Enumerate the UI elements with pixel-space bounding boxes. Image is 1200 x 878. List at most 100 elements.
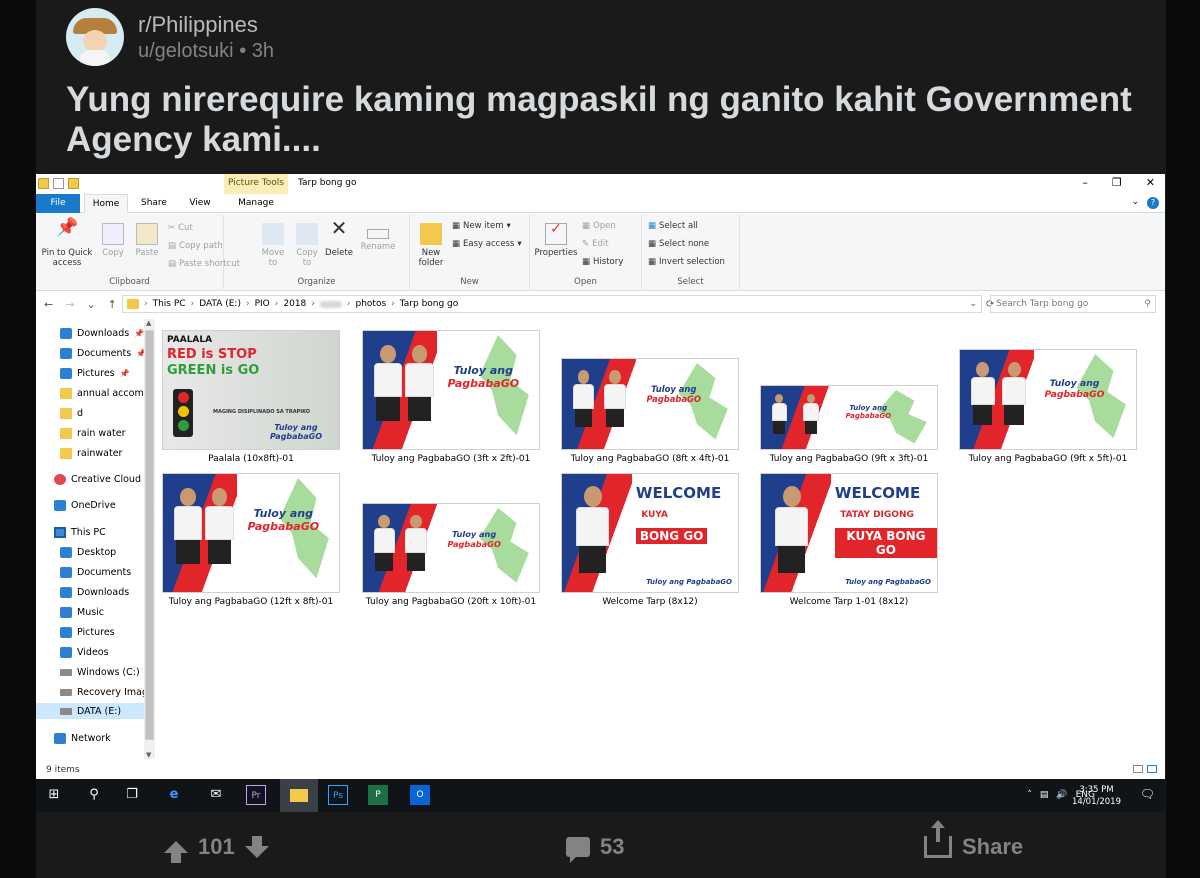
tray-chevron-icon[interactable]: ˄: [1027, 790, 1032, 800]
large-icons-view-icon[interactable]: [1147, 765, 1157, 773]
file-tile[interactable]: WELCOME KUYA BONG GO Tuloy ang PagbabaGO Wel…: [555, 460, 745, 607]
nav-scrollbar[interactable]: ▲ ▼: [144, 319, 155, 759]
breadcrumb-tarp-bong-go[interactable]: Tarp bong go: [400, 299, 459, 309]
post-author[interactable]: u/gelotsuki: [138, 40, 234, 62]
nav-item-recovery-imag[interactable]: Recovery Imag: [36, 684, 144, 700]
copy-button[interactable]: Copy: [98, 223, 128, 258]
select-none-button[interactable]: ▦ Select none: [648, 239, 709, 249]
file-tile[interactable]: Tuloy ang PagbabaGO Tuloy ang PagbabaGO (9…: [754, 317, 944, 464]
select-all-button[interactable]: ▦ Select all: [648, 221, 698, 231]
action-center-icon[interactable]: 🗨: [1140, 787, 1155, 801]
file-tile[interactable]: Tuloy ang PagbabaGO Tuloy ang PagbabaGO (3…: [356, 317, 546, 464]
new-item-button[interactable]: ▦ New item ▾: [452, 221, 511, 231]
nav-item-desktop[interactable]: Desktop: [36, 544, 144, 560]
windows-start-icon[interactable]: ⊞: [44, 785, 64, 805]
move-to-button[interactable]: Move to: [258, 223, 288, 268]
edit-button[interactable]: ✎ Edit: [582, 239, 609, 249]
nav-item-onedrive[interactable]: OneDrive: [36, 497, 144, 513]
nav-item-data-e[interactable]: DATA (E:): [36, 703, 144, 719]
nav-item-videos[interactable]: Videos: [36, 644, 144, 660]
nav-item-d[interactable]: d: [36, 405, 144, 421]
properties-button[interactable]: ✓ Properties: [534, 222, 578, 258]
nav-item-annual-accomp[interactable]: annual accomp: [36, 385, 144, 401]
downvote-icon[interactable]: [244, 836, 269, 858]
comments-button[interactable]: 53: [566, 834, 624, 863]
nav-item-music[interactable]: Music: [36, 604, 144, 620]
forward-arrow-icon[interactable]: →: [65, 298, 74, 311]
breadcrumb-data[interactable]: DATA (E:): [199, 299, 241, 309]
project-icon[interactable]: P: [368, 785, 388, 805]
details-view-icon[interactable]: [1133, 765, 1143, 773]
drive-icon: [60, 688, 72, 696]
recent-chevron-icon[interactable]: ⌄: [86, 298, 95, 311]
network-icon[interactable]: ▤: [1040, 790, 1049, 800]
nav-item-rainwater[interactable]: rainwater: [36, 445, 144, 461]
tab-view[interactable]: View: [180, 194, 220, 213]
help-icon[interactable]: ?: [1147, 197, 1159, 209]
back-arrow-icon[interactable]: ←: [44, 298, 53, 311]
delete-button[interactable]: ✕ Delete: [324, 218, 354, 258]
minimize-icon[interactable]: –: [1082, 176, 1088, 189]
subreddit-name[interactable]: r/Philippines: [138, 12, 274, 38]
tab-file[interactable]: File: [36, 194, 80, 213]
copy-to-button[interactable]: Copy to: [292, 223, 322, 268]
share-button[interactable]: Share: [924, 820, 1023, 860]
subreddit-avatar[interactable]: [66, 8, 124, 66]
premiere-icon[interactable]: Pr: [246, 785, 266, 805]
address-dropdown-icon[interactable]: ⌄: [969, 299, 977, 309]
nav-item-downloads[interactable]: Downloads: [36, 584, 144, 600]
nav-item-documents[interactable]: Documents: [36, 564, 144, 580]
tab-home[interactable]: Home: [84, 194, 128, 213]
nav-item-pictures[interactable]: Pictures: [36, 624, 144, 640]
file-explorer-icon[interactable]: [280, 779, 318, 812]
file-tile[interactable]: Tuloy ang PagbabaGO Tuloy ang PagbabaGO (8…: [555, 317, 745, 464]
nav-item-rain-water[interactable]: rain water: [36, 425, 144, 441]
taskbar-clock[interactable]: 3:35 PM 14/01/2019: [1072, 784, 1121, 808]
quick-access-toolbar[interactable]: [38, 178, 79, 189]
item-count: 9 items: [46, 765, 80, 775]
pin-quick-access-button[interactable]: 📌 Pin to Quick access: [38, 219, 96, 269]
nav-item-downloads[interactable]: Downloads 📌: [36, 325, 144, 341]
edge-icon[interactable]: e: [164, 785, 184, 805]
invert-selection-button[interactable]: ▦ Invert selection: [648, 257, 725, 267]
file-tile[interactable]: Tuloy ang PagbabaGO Tuloy ang PagbabaGO (1…: [156, 460, 346, 607]
chevron-down-icon[interactable]: ⌄: [1131, 197, 1139, 209]
nav-item-this-pc[interactable]: This PC: [36, 524, 144, 540]
nav-item-network[interactable]: Network: [36, 730, 144, 746]
open-button[interactable]: ▦ Open: [582, 221, 616, 231]
cut-button[interactable]: ✂ Cut: [168, 223, 193, 233]
rename-button[interactable]: Rename: [358, 223, 398, 252]
file-tile[interactable]: Tuloy ang PagbabaGO Tuloy ang PagbabaGO (2…: [356, 460, 546, 607]
mail-icon[interactable]: ✉: [206, 785, 226, 805]
new-folder-button[interactable]: New folder: [414, 223, 448, 268]
outlook-icon[interactable]: O: [410, 785, 430, 805]
file-tile[interactable]: PAALALA RED is STOP GREEN is GO MAGING DISI…: [156, 317, 346, 464]
nav-item-pictures[interactable]: Pictures 📌: [36, 365, 144, 381]
up-arrow-icon[interactable]: ↑: [108, 298, 117, 311]
breadcrumb-this-pc[interactable]: This PC: [153, 299, 186, 309]
paste-button[interactable]: Paste: [132, 223, 162, 258]
volume-icon[interactable]: 🔊: [1056, 790, 1067, 800]
maximize-icon[interactable]: ❐: [1112, 176, 1122, 189]
search-input[interactable]: Search Tarp bong go ⚲: [990, 295, 1156, 313]
history-button[interactable]: ▦ History: [582, 257, 623, 267]
breadcrumb-photos[interactable]: photos: [356, 299, 387, 309]
breadcrumb-2018[interactable]: 2018: [283, 299, 306, 309]
upvote-icon[interactable]: [164, 841, 188, 863]
photoshop-icon[interactable]: Ps: [328, 785, 348, 805]
file-tile[interactable]: Tuloy ang PagbabaGO Tuloy ang PagbabaGO (9…: [953, 317, 1143, 464]
nav-item-documents[interactable]: Documents 📌: [36, 345, 144, 361]
file-tile[interactable]: WELCOME TATAY DIGONG KUYA BONG GO Tuloy ang…: [754, 460, 944, 607]
task-view-icon[interactable]: ❐: [122, 785, 142, 805]
tab-share[interactable]: Share: [132, 194, 176, 213]
tab-manage[interactable]: Manage: [226, 194, 286, 213]
nav-item-creative-cloud-f[interactable]: Creative Cloud F: [36, 471, 144, 487]
close-icon[interactable]: ✕: [1146, 176, 1155, 189]
breadcrumb-redacted[interactable]: [319, 300, 342, 308]
breadcrumb-pio[interactable]: PIO: [255, 299, 270, 309]
address-bar[interactable]: › This PC › DATA (E:) › PIO › 2018 › › p…: [122, 295, 982, 313]
nav-item-windows-c[interactable]: Windows (C:): [36, 664, 144, 680]
copy-path-button[interactable]: ▤ Copy path: [168, 241, 223, 251]
easy-access-button[interactable]: ▦ Easy access ▾: [452, 239, 522, 249]
search-icon[interactable]: ⚲: [84, 785, 104, 805]
